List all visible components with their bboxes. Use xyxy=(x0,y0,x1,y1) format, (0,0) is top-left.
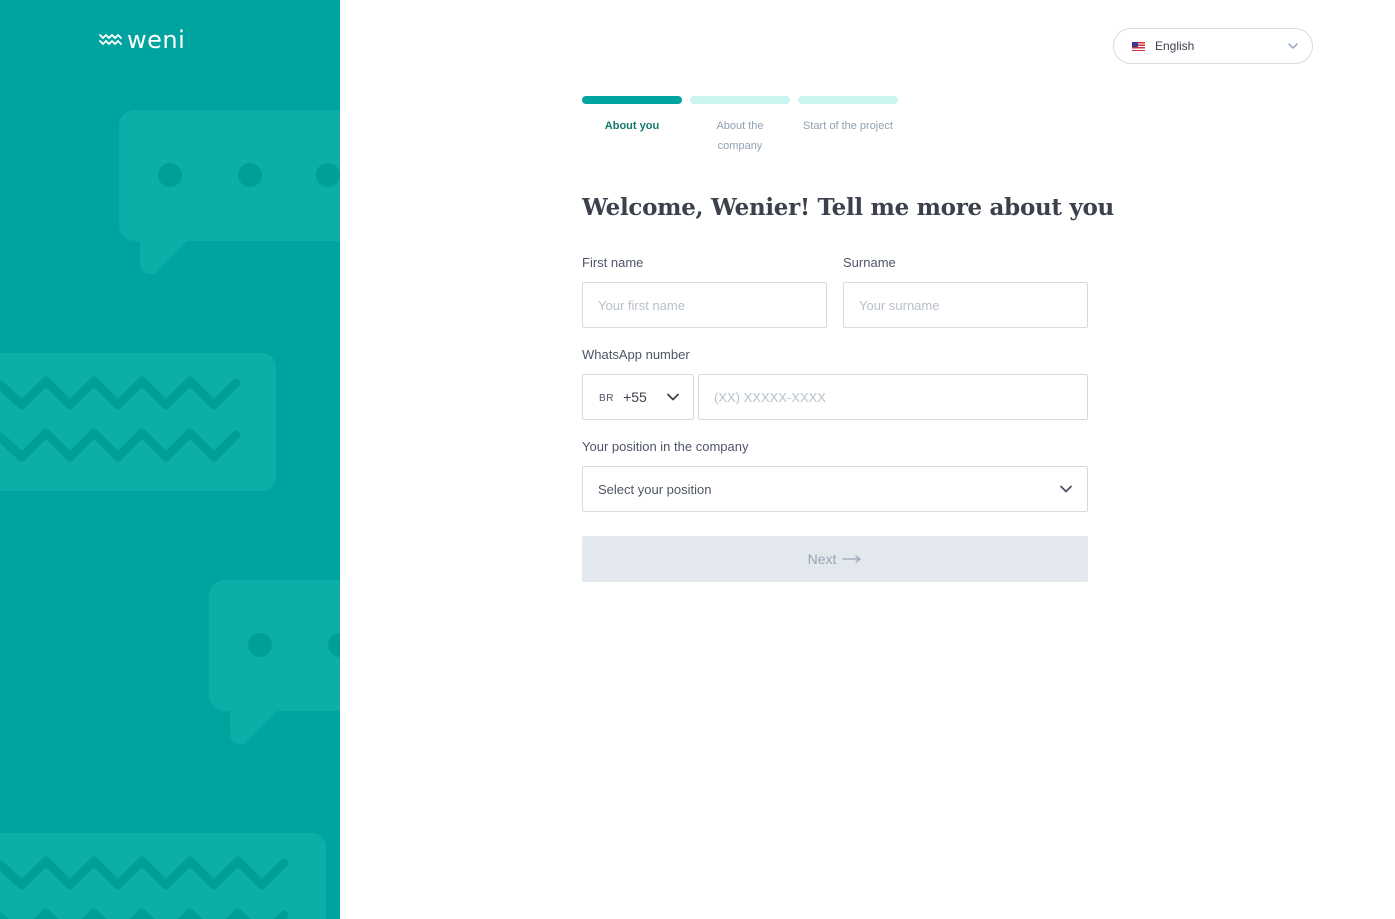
weni-logo: weni xyxy=(99,28,185,52)
phone-number-input[interactable] xyxy=(698,374,1088,420)
language-select[interactable]: English xyxy=(1113,28,1313,64)
chevron-down-icon xyxy=(667,393,679,401)
us-flag-icon xyxy=(1132,41,1145,51)
chevron-down-icon xyxy=(1288,43,1298,49)
step-bar xyxy=(690,96,790,104)
chevron-down-icon xyxy=(1060,485,1072,493)
step-start-project: Start of the project xyxy=(798,96,898,156)
next-label: Next xyxy=(807,551,837,567)
country-code-select[interactable]: BR +55 xyxy=(582,374,694,420)
step-bar xyxy=(582,96,682,104)
step-label: About you xyxy=(604,120,660,132)
language-label: English xyxy=(1155,39,1195,53)
brand-name: weni xyxy=(127,26,186,54)
whatsapp-label: WhatsApp number xyxy=(582,347,690,362)
position-label: Your position in the company xyxy=(582,439,749,454)
surname-input[interactable] xyxy=(843,282,1088,328)
progress-steps: About you About the company Start of the… xyxy=(582,96,898,156)
step-label: Start of the project xyxy=(803,120,893,132)
next-button[interactable]: Next xyxy=(582,536,1088,582)
surname-label: Surname xyxy=(843,255,896,270)
background-pattern xyxy=(0,110,340,919)
step-label: About the company xyxy=(716,120,764,152)
step-about-company: About the company xyxy=(690,96,790,156)
page-title: Welcome, Wenier! Tell me more about you xyxy=(582,194,1114,221)
dial-code: +55 xyxy=(623,389,647,405)
step-about-you: About you xyxy=(582,96,682,156)
first-name-label: First name xyxy=(582,255,644,270)
first-name-input[interactable] xyxy=(582,282,827,328)
wave-logo-icon xyxy=(99,33,123,47)
step-bar xyxy=(798,96,898,104)
arrow-right-icon xyxy=(842,555,862,563)
position-select[interactable]: Select your position xyxy=(582,466,1088,512)
position-placeholder: Select your position xyxy=(598,481,712,497)
brand-sidebar: weni xyxy=(0,0,340,919)
country-code: BR xyxy=(599,392,615,404)
